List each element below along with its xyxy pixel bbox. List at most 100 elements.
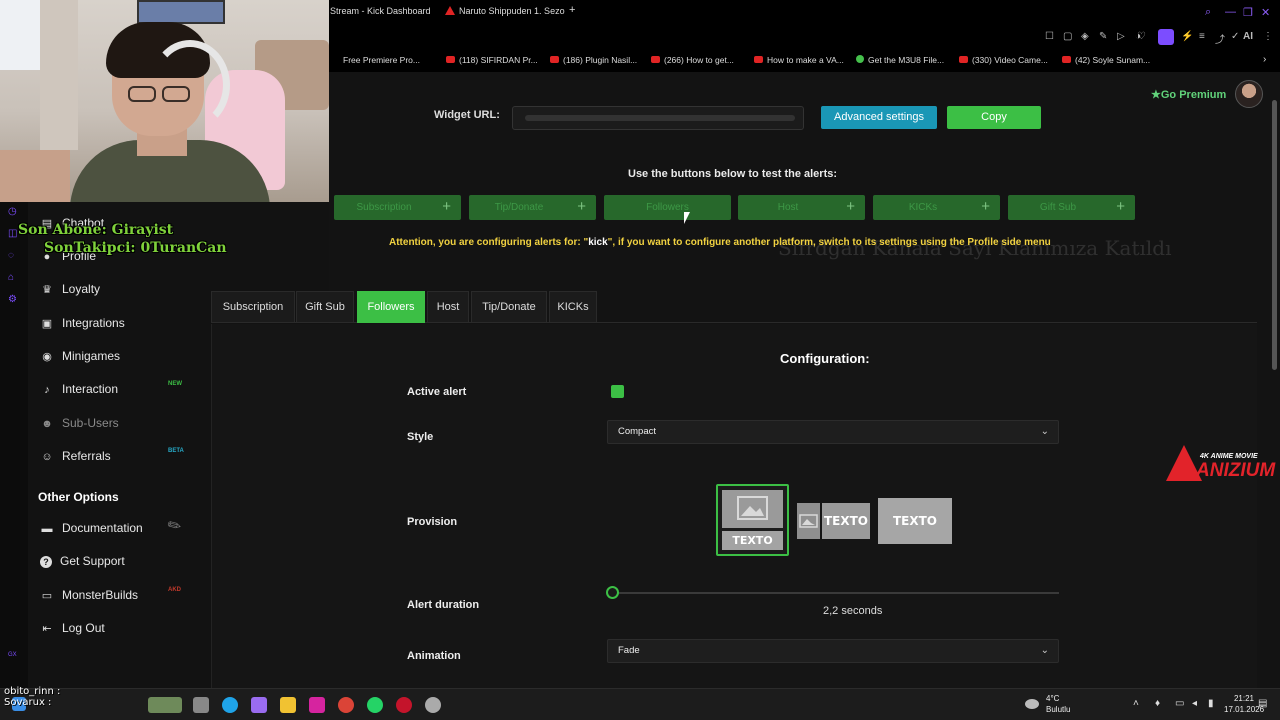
check-icon[interactable]: ✓ xyxy=(1231,31,1239,42)
provision-option-stacked[interactable]: TEXTO xyxy=(716,484,789,556)
more-icon[interactable]: ⋮ xyxy=(1263,31,1273,42)
instagram-icon[interactable] xyxy=(309,697,325,713)
chrome-icon[interactable] xyxy=(338,697,354,713)
logout-icon: ⇤ xyxy=(42,623,52,635)
battery-icon[interactable]: ▮ xyxy=(1208,698,1214,709)
extension-icon[interactable] xyxy=(1158,29,1174,45)
weather-icon[interactable] xyxy=(1025,699,1039,709)
sidebar-item-documentation[interactable]: ▬ Documentation xyxy=(40,521,143,541)
panel-icon[interactable]: ⌂ xyxy=(8,272,14,283)
close-button[interactable]: ✕ xyxy=(1261,6,1270,19)
test-kicks-button[interactable]: KICKs + xyxy=(873,195,1000,220)
desktop-thumbnail[interactable] xyxy=(148,697,182,713)
sidebar-item-monsterbuilds[interactable]: ▭ MonsterBuilds xyxy=(40,588,138,608)
bookmark-item[interactable]: How to make a VA... xyxy=(754,55,844,65)
heart-icon[interactable]: ♡ xyxy=(1137,31,1146,42)
sidebar-item-log-out[interactable]: ⇤ Log Out xyxy=(40,621,104,641)
search-icon[interactable]: ⌕ xyxy=(1205,6,1211,19)
style-select[interactable]: Compact ⌄ xyxy=(607,420,1059,444)
play-icon[interactable]: ▷ xyxy=(1117,31,1125,42)
sidebar-item-loyalty[interactable]: ♛ Loyalty xyxy=(40,282,100,302)
provision-option-side[interactable]: TEXTO xyxy=(797,503,870,539)
advanced-settings-button[interactable]: Advanced settings xyxy=(821,106,937,129)
folder-icon[interactable] xyxy=(280,697,296,713)
copy-button[interactable]: Copy xyxy=(947,106,1041,129)
taskbar: 4°C Bulutlu ˄ ♦ ▭ ◂ ▮ 21:21 17.01.2026 ▤ xyxy=(0,688,1280,720)
volume-icon[interactable]: ◂ xyxy=(1192,698,1197,709)
copilot-icon[interactable] xyxy=(251,697,267,713)
tab-host[interactable]: Host xyxy=(427,291,469,323)
test-gift-sub-button[interactable]: Gift Sub + xyxy=(1008,195,1135,220)
obs-icon[interactable] xyxy=(425,697,441,713)
active-alert-checkbox[interactable] xyxy=(611,385,624,398)
new-tab-button[interactable]: + xyxy=(569,4,575,16)
panel-icon[interactable]: ◫ xyxy=(8,228,17,239)
sidebar-item-integrations[interactable]: ▣ Integrations xyxy=(40,316,125,336)
chevron-right-icon[interactable]: › xyxy=(1263,54,1266,65)
shield-icon[interactable]: ◈ xyxy=(1081,31,1089,42)
youtube-icon xyxy=(550,56,559,63)
tray-chevron-icon[interactable]: ˄ xyxy=(1133,698,1139,709)
beta-badge: BETA xyxy=(168,448,184,454)
ai-icon[interactable]: AI xyxy=(1243,31,1253,42)
slider-thumb[interactable] xyxy=(606,586,619,599)
maximize-button[interactable]: ❐ xyxy=(1243,6,1253,19)
weather-widget[interactable]: 4°C Bulutlu xyxy=(1046,693,1070,715)
opera-gx-icon[interactable] xyxy=(396,697,412,713)
avatar[interactable] xyxy=(1235,80,1263,108)
bookmark-icon[interactable]: ☐ xyxy=(1045,31,1054,42)
edge-icon[interactable] xyxy=(222,697,238,713)
sidebar-item-minigames[interactable]: ◉ Minigames xyxy=(40,349,120,369)
panel-icon[interactable]: ◌ xyxy=(8,250,14,261)
animation-select[interactable]: Fade ⌄ xyxy=(607,639,1059,663)
whatsapp-icon[interactable] xyxy=(367,697,383,713)
sidebar-item-sub-users[interactable]: ☻ Sub-Users xyxy=(40,416,118,436)
minimize-button[interactable]: — xyxy=(1225,6,1236,18)
puzzle-icon[interactable]: ⚡ xyxy=(1181,31,1193,42)
bookmark-item[interactable]: (118) SIFIRDAN Pr... xyxy=(446,55,538,65)
sidebar-item-get-support[interactable]: ? Get Support xyxy=(40,554,125,574)
provision-label: Provision xyxy=(407,516,458,528)
chevron-down-icon: ⌄ xyxy=(1040,645,1049,656)
widget-url-field[interactable] xyxy=(512,106,804,130)
provision-option-overlay[interactable]: TEXTO xyxy=(878,498,952,544)
translate-icon[interactable]: ✎ xyxy=(1099,31,1107,42)
microphone-icon[interactable]: ♦ xyxy=(1155,698,1160,709)
share-icon[interactable]: ⤴ xyxy=(1215,31,1225,46)
menu-icon[interactable]: ≡ xyxy=(1199,31,1205,42)
test-subscription-button[interactable]: Subscription + xyxy=(334,195,461,220)
bookmark-item[interactable]: Get the M3U8 File... xyxy=(856,55,944,65)
tab-subscription[interactable]: Subscription xyxy=(211,291,295,323)
bookmark-item[interactable]: (42) Soyle Sunam... xyxy=(1062,55,1150,65)
task-view-icon[interactable] xyxy=(193,697,209,713)
last-subscriber-overlay: Son Abone: Girayist xyxy=(18,222,174,238)
go-premium-link[interactable]: ★Go Premium xyxy=(1151,88,1226,101)
tab-kicks[interactable]: KICKs xyxy=(549,291,597,323)
bookmark-item[interactable]: (186) Plugin Nasil... xyxy=(550,55,637,65)
panel-icon[interactable]: ◷ xyxy=(8,206,17,217)
tab-tip-donate[interactable]: Tip/Donate xyxy=(471,291,547,323)
alert-duration-label: Alert duration xyxy=(407,599,480,611)
page-scrollbar[interactable] xyxy=(1272,100,1277,370)
tab-kick-dashboard[interactable]: Stream - Kick Dashboard xyxy=(330,6,431,16)
alert-duration-slider[interactable] xyxy=(612,592,1059,594)
bookmark-item[interactable]: (330) Video Came... xyxy=(959,55,1048,65)
sidebar-item-referrals[interactable]: ☺ Referrals xyxy=(40,449,110,469)
bookmark-item[interactable]: (266) How to get... xyxy=(651,55,734,65)
tab-followers[interactable]: Followers xyxy=(357,291,425,323)
test-host-button[interactable]: Host + xyxy=(738,195,865,220)
notifications-icon[interactable]: ▤ xyxy=(1258,698,1267,709)
youtube-icon xyxy=(754,56,763,63)
users-icon: ☻ xyxy=(41,418,53,430)
bookmark-item[interactable]: Free Premiere Pro... xyxy=(343,55,420,65)
browser-side-strip: ◷ ◫ ◌ ⌂ ⚙ xyxy=(0,202,28,688)
tab-gift-sub[interactable]: Gift Sub xyxy=(296,291,354,323)
tab-naruto[interactable]: Naruto Shippuden 1. Sezo xyxy=(445,6,565,16)
settings-icon[interactable]: ⚙ xyxy=(8,294,17,305)
sidebar-item-interaction[interactable]: ♪ Interaction xyxy=(40,382,118,402)
screenshot-icon[interactable]: ▢ xyxy=(1063,31,1072,42)
test-tip-donate-button[interactable]: Tip/Donate + xyxy=(469,195,596,220)
test-followers-button[interactable]: Followers xyxy=(604,195,731,220)
gamepad-icon: ◉ xyxy=(42,351,52,363)
network-icon[interactable]: ▭ xyxy=(1175,698,1184,709)
